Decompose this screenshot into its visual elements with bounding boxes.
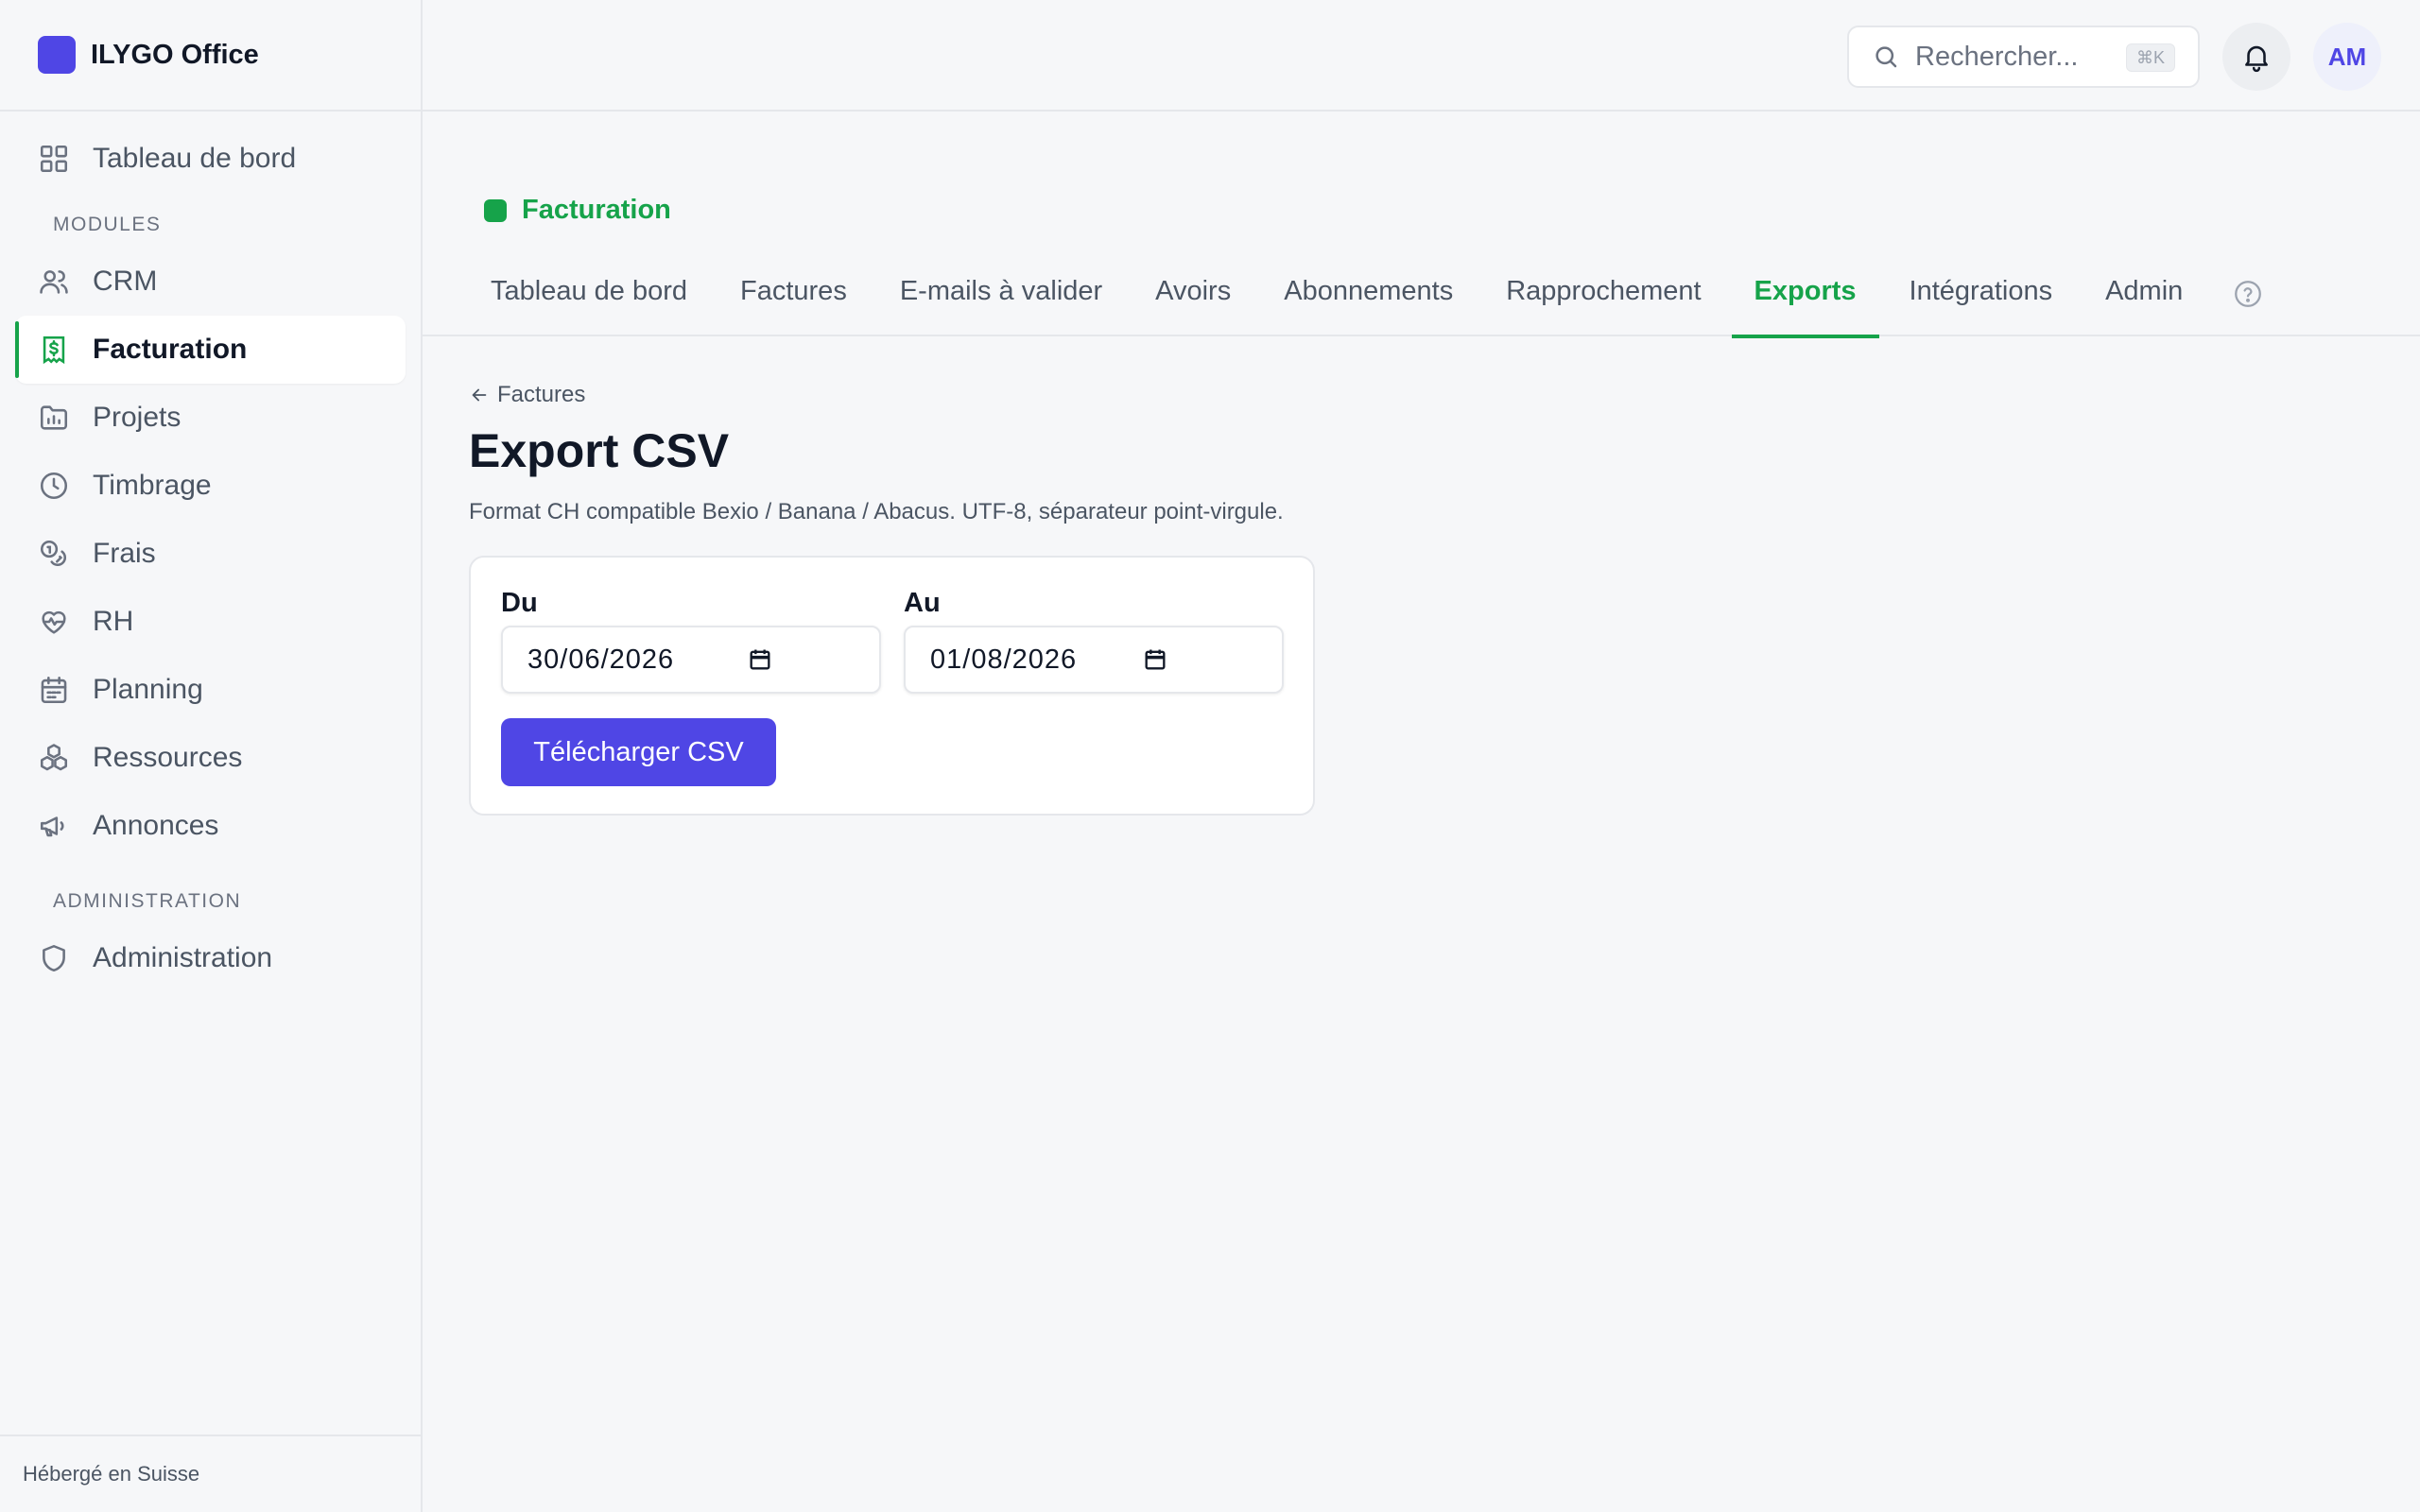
tab-factures[interactable]: Factures — [717, 266, 870, 336]
topbar: Rechercher... ⌘K AM — [423, 0, 2420, 112]
tab-admin[interactable]: Admin — [2083, 266, 2205, 336]
clock-icon — [38, 470, 70, 502]
users-icon — [38, 266, 70, 298]
hosting-note: Hébergé en Suisse — [0, 1435, 421, 1512]
search-icon — [1872, 43, 1900, 71]
megaphone-icon — [38, 810, 70, 842]
sidebar-item-crm[interactable]: CRM — [15, 248, 406, 316]
calendar-picker-icon[interactable] — [1142, 646, 1168, 673]
to-date-label: Au — [904, 588, 941, 618]
coins-icon — [38, 538, 70, 570]
sidebar-item-label: Tableau de bord — [93, 143, 297, 174]
sidebar-item-ressources[interactable]: Ressources — [15, 724, 406, 792]
sidebar-item-rh[interactable]: RH — [15, 588, 406, 656]
search-shortcut-badge: ⌘K — [2125, 43, 2175, 72]
section-label-modules: MODULES — [53, 214, 162, 235]
tab-rapprochement[interactable]: Rapprochement — [1483, 266, 1723, 336]
from-date-value: 30/06/2026 — [527, 644, 675, 675]
tab-avoirs[interactable]: Avoirs — [1132, 266, 1253, 336]
sidebar-item-projets[interactable]: Projets — [15, 384, 406, 452]
module-tabs: Tableau de bord Factures E-mails à valid… — [423, 266, 2420, 338]
tab-emails-a-valider[interactable]: E-mails à valider — [877, 266, 1125, 336]
sidebar-item-label: Timbrage — [93, 470, 212, 501]
help-icon[interactable] — [2232, 278, 2270, 316]
module-title: Facturation — [484, 195, 671, 226]
shield-icon — [38, 942, 70, 974]
calendar-icon — [38, 674, 70, 706]
sidebar-item-label: Annonces — [93, 810, 219, 841]
folder-chart-icon — [38, 402, 70, 434]
page-description: Format CH compatible Bexio / Banana / Ab… — [469, 499, 1284, 524]
notifications-button[interactable] — [2222, 23, 2290, 91]
page-title: Export CSV — [469, 424, 730, 477]
sidebar-item-label: Planning — [93, 674, 203, 705]
sidebar-nav: Tableau de bord MODULES CRM Facturation — [0, 125, 421, 992]
brand-logo — [38, 36, 76, 74]
sidebar-item-frais[interactable]: Frais — [15, 520, 406, 588]
module-name: Facturation — [522, 195, 671, 225]
sidebar-item-annonces[interactable]: Annonces — [15, 792, 406, 860]
arrow-left-icon — [469, 385, 490, 405]
tab-abonnements[interactable]: Abonnements — [1261, 266, 1476, 336]
back-link[interactable]: Factures — [469, 376, 1284, 414]
tab-integrations[interactable]: Intégrations — [1887, 266, 2076, 336]
section-label-administration: ADMINISTRATION — [53, 890, 242, 912]
module-color-dot — [484, 198, 507, 222]
sidebar-item-label: RH — [93, 606, 134, 637]
sidebar-item-tableau-de-bord[interactable]: Tableau de bord — [15, 125, 406, 193]
grid-icon — [38, 143, 70, 175]
sidebar-item-administration[interactable]: Administration — [15, 924, 406, 992]
bell-icon — [2240, 41, 2273, 73]
brand[interactable]: ILYGO Office — [0, 0, 421, 112]
receipt-icon — [38, 334, 70, 366]
brand-name: ILYGO Office — [91, 39, 259, 70]
sidebar-item-label: CRM — [93, 266, 158, 297]
sidebar-item-facturation[interactable]: Facturation — [15, 316, 406, 384]
sidebar-item-label: Facturation — [93, 334, 248, 365]
sidebar-item-label: Projets — [93, 402, 182, 433]
heart-pulse-icon — [38, 606, 70, 638]
sidebar-item-label: Frais — [93, 538, 156, 569]
from-date-label: Du — [501, 588, 538, 618]
search-input[interactable]: Rechercher... ⌘K — [1847, 26, 2200, 88]
from-date-input[interactable]: 30/06/2026 — [501, 626, 881, 694]
sidebar-item-label: Ressources — [93, 742, 243, 773]
to-date-input[interactable]: 01/08/2026 — [904, 626, 1284, 694]
tab-tableau-de-bord[interactable]: Tableau de bord — [468, 266, 710, 336]
calendar-picker-icon[interactable] — [747, 646, 773, 673]
page-content: Factures Export CSV Format CH compatible… — [469, 376, 1284, 525]
sidebar-item-planning[interactable]: Planning — [15, 656, 406, 724]
avatar[interactable]: AM — [2313, 23, 2381, 91]
back-link-label: Factures — [497, 382, 586, 407]
sidebar: ILYGO Office Tableau de bord MODULES CRM — [0, 0, 423, 1512]
download-csv-button[interactable]: Télécharger CSV — [501, 718, 776, 786]
export-form-card: Du 30/06/2026 Au 01/08/2026 Télécharger … — [469, 556, 1315, 816]
search-placeholder: Rechercher... — [1915, 41, 2079, 72]
sidebar-item-label: Administration — [93, 942, 273, 973]
to-date-value: 01/08/2026 — [930, 644, 1078, 675]
sidebar-item-timbrage[interactable]: Timbrage — [15, 452, 406, 520]
boxes-icon — [38, 742, 70, 774]
tab-exports[interactable]: Exports — [1731, 266, 1879, 338]
